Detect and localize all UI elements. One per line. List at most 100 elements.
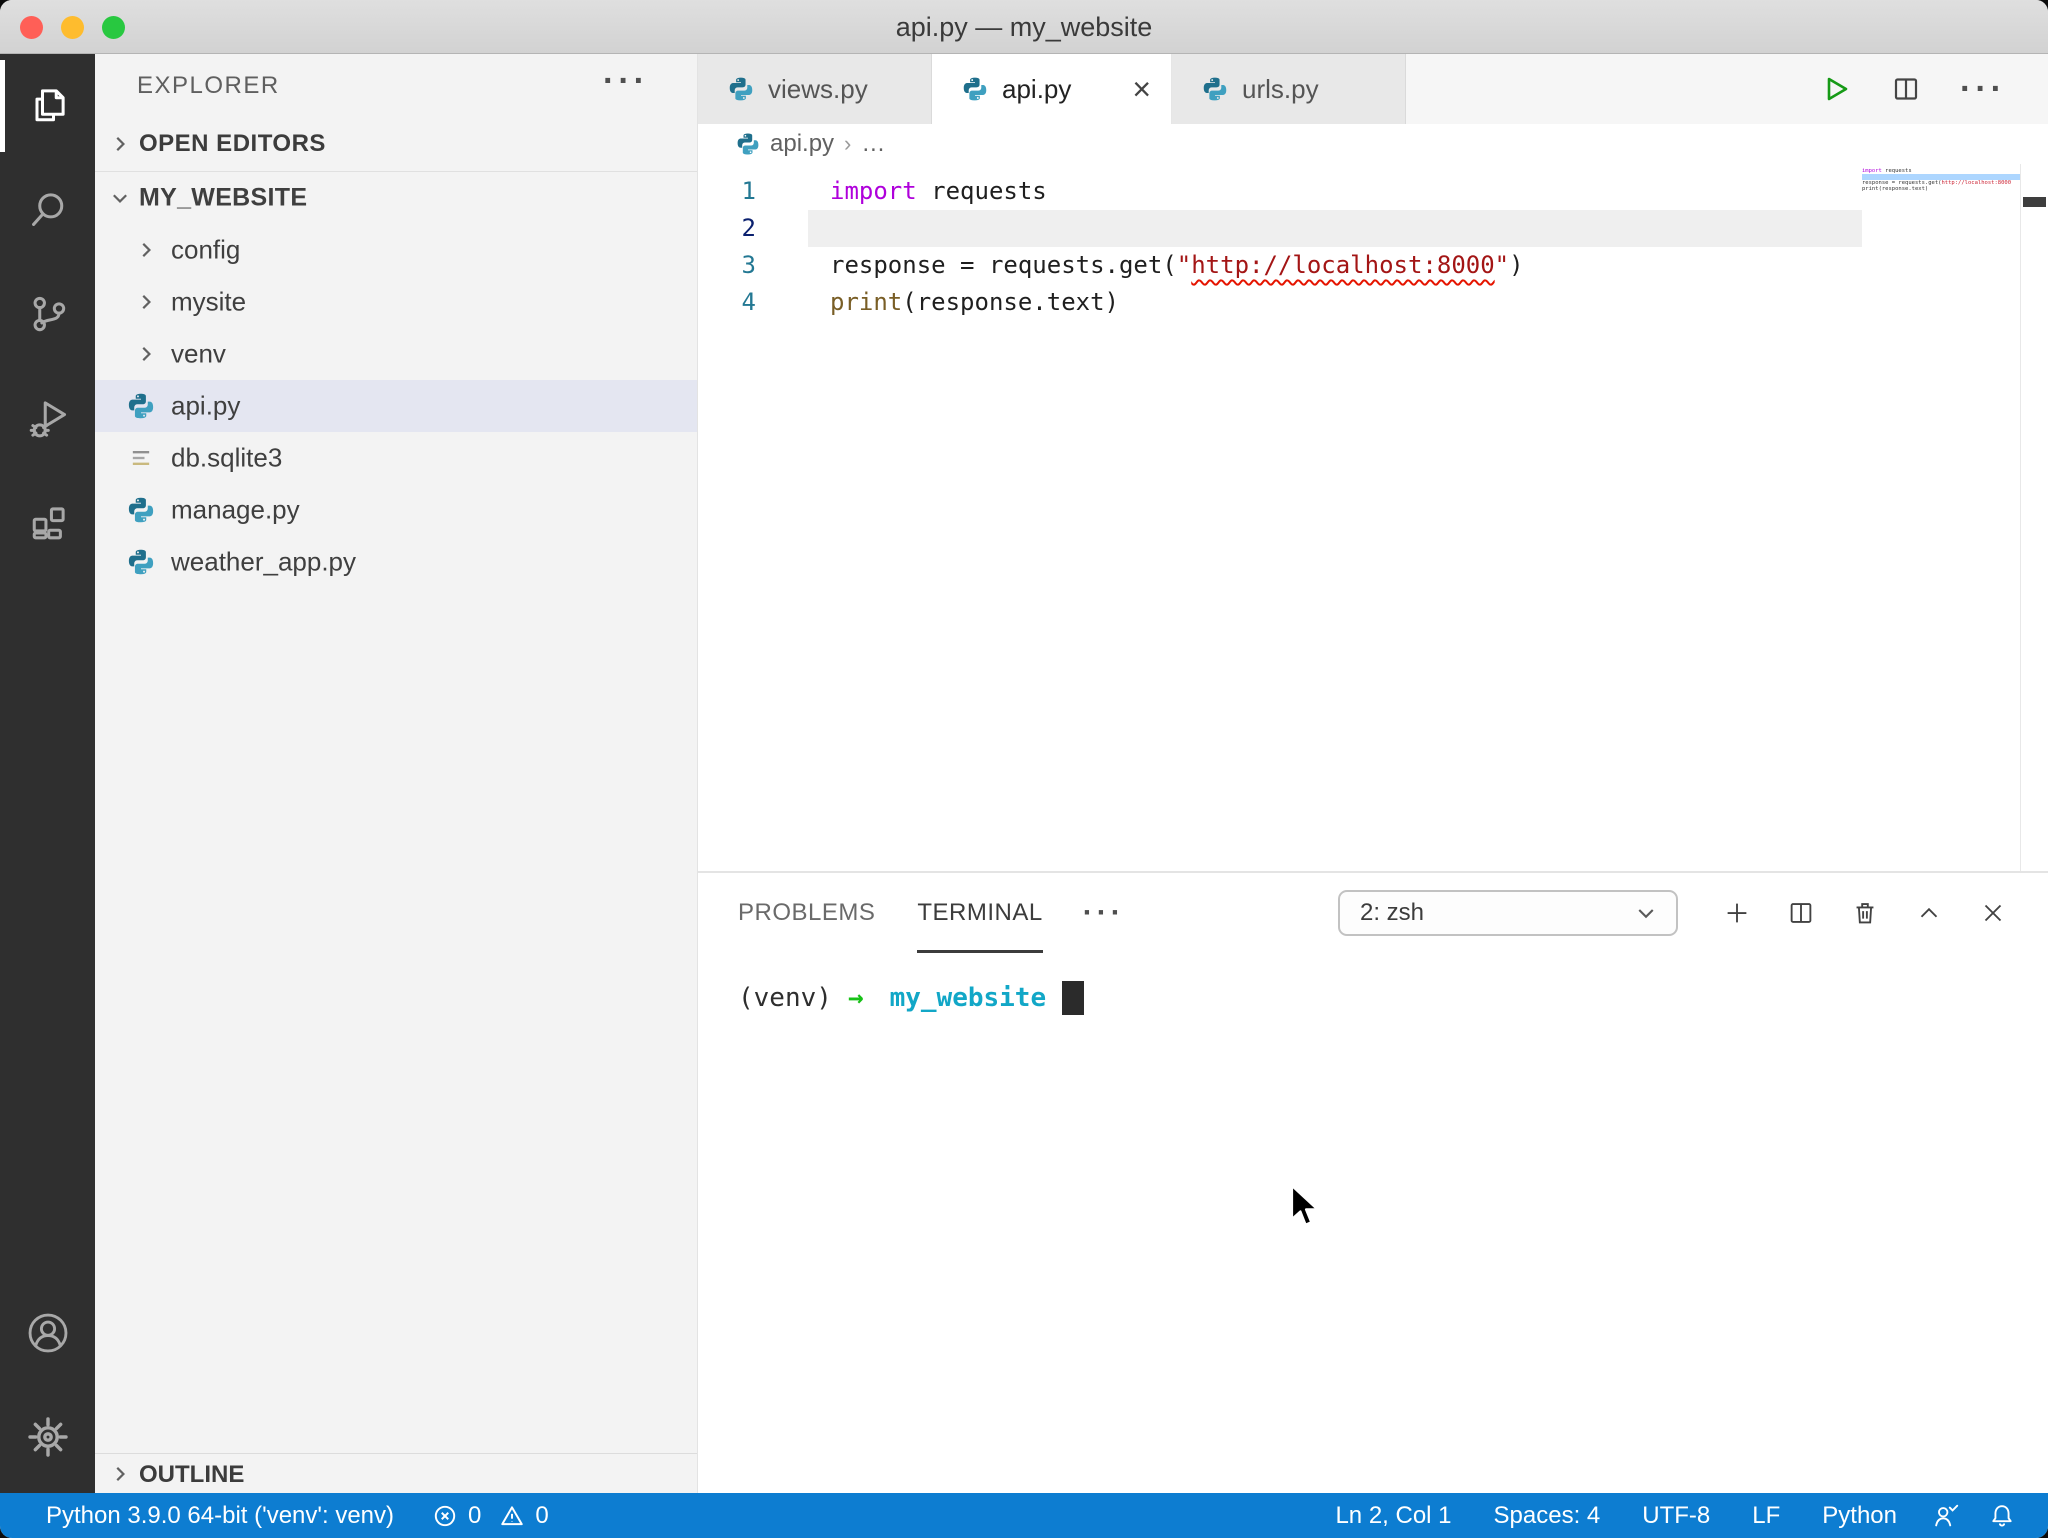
cursor-position-status[interactable]: Ln 2, Col 1 [1314,1502,1472,1530]
chevron-right-icon [135,343,157,365]
overview-ruler[interactable] [2020,164,2048,871]
tab-api-py[interactable]: api.py × [932,54,1172,124]
python-icon [962,76,988,102]
indentation-status[interactable]: Spaces: 4 [1473,1502,1622,1530]
tab-views-py[interactable]: views.py [698,54,932,124]
breadcrumb-symbol[interactable]: … [861,130,885,158]
split-terminal-button[interactable] [1786,898,1816,928]
mouse-cursor [1283,1183,1325,1231]
line-number: 3 [741,251,756,279]
minimap[interactable]: import requests response = requests.get(… [1862,168,2020,192]
breadcrumb-file[interactable]: api.py [770,130,834,158]
terminal-prompt[interactable]: (venv) → my_website [738,981,2048,1015]
file-db-sqlite3[interactable]: db.sqlite3 [95,432,697,484]
activity-search[interactable] [0,158,95,262]
terminal-arrow: → [847,983,864,1013]
gear-icon [25,1414,71,1460]
activity-explorer[interactable] [0,54,95,158]
file-api-py[interactable]: api.py [95,380,697,432]
python-icon [1202,76,1228,102]
outline-section[interactable]: OUTLINE [95,1453,697,1493]
panel-header: PROBLEMS TERMINAL ··· 2: zsh [698,873,2048,953]
editor-more-actions-button[interactable]: ··· [1960,70,2006,109]
chevron-right-icon [135,239,157,261]
open-editors-section[interactable]: OPEN EDITORS [95,116,697,172]
panel-more-actions-button[interactable]: ··· [1083,896,1125,930]
error-squiggle-url: http://localhost:8000 [1191,251,1495,279]
file-tree: MY_WEBSITE config mysite venv api.py db.… [95,172,697,588]
language-mode-status[interactable]: Python [1801,1502,1918,1530]
line-number: 4 [741,288,756,316]
activity-account[interactable] [0,1281,95,1385]
activity-extensions[interactable] [0,470,95,574]
problems-status[interactable]: 0 0 [432,1502,549,1530]
code-line-1: 1 import requests [698,173,2048,210]
folder-venv[interactable]: venv [95,328,697,380]
extensions-icon [26,500,70,544]
code-editor[interactable]: 1 import requests 2 3 response = request… [698,164,2048,871]
search-icon [26,188,70,232]
overview-ruler-marker [2023,197,2046,207]
file-manage-py[interactable]: manage.py [95,484,697,536]
close-panel-button[interactable] [1978,898,2008,928]
files-icon [26,84,70,128]
line-number: 1 [741,177,756,205]
code-line-4: 4 print(response.text) [698,284,2048,321]
explorer-more-actions-button[interactable]: ··· [603,62,649,101]
terminal-shell-select[interactable]: 2: zsh [1338,890,1678,936]
folder-config[interactable]: config [95,224,697,276]
tab-label: api.py [1002,73,1072,104]
error-icon [432,1503,458,1529]
eol-status[interactable]: LF [1731,1502,1801,1530]
tab-problems[interactable]: PROBLEMS [738,873,875,953]
terminal-cursor [1062,981,1085,1015]
explorer-sidebar: EXPLORER ··· OPEN EDITORS MY_WEBSITE con… [95,54,698,1493]
source-control-icon [26,292,70,336]
tab-terminal[interactable]: TERMINAL [917,873,1042,953]
vscode-window: api.py — my_website EXPLORER ··· OPEN ED… [0,0,2048,1538]
line-number: 2 [741,214,756,242]
chevron-right-icon [109,133,131,155]
window-title: api.py — my_website [895,12,1153,42]
chevron-down-icon [1634,901,1658,925]
run-debug-icon [26,396,70,440]
explorer-title: EXPLORER [137,72,280,99]
chevron-right-icon [135,291,157,313]
title-bar: api.py — my_website [0,0,2048,54]
python-icon [728,76,754,102]
split-editor-button[interactable] [1890,73,1922,105]
file-weather-app-py[interactable]: weather_app.py [95,536,697,588]
tab-urls-py[interactable]: urls.py [1172,54,1406,124]
encoding-status[interactable]: UTF-8 [1621,1502,1731,1530]
account-icon [25,1310,71,1356]
folder-mysite[interactable]: mysite [95,276,697,328]
tab-label: views.py [768,73,868,104]
kill-terminal-button[interactable] [1850,898,1880,928]
tree-root-my-website[interactable]: MY_WEBSITE [95,172,697,224]
tab-bar: views.py api.py × urls.py ··· [698,54,2048,124]
activity-run-debug[interactable] [0,366,95,470]
chevron-down-icon [109,187,131,209]
status-bar: Python 3.9.0 64-bit ('venv': venv) 0 0 L… [0,1493,2048,1538]
code-line-3: 3 response = requests.get("http://localh… [698,247,2048,284]
feedback-icon[interactable] [1918,1501,1974,1531]
database-file-icon [127,444,155,472]
python-icon [127,548,155,576]
maximize-panel-button[interactable] [1914,898,1944,928]
python-icon [127,392,155,420]
tab-label: urls.py [1242,73,1319,104]
run-file-button[interactable] [1820,73,1852,105]
activity-settings[interactable] [0,1385,95,1489]
close-tab-icon[interactable]: × [1132,73,1151,105]
code-line-2-current: 2 [698,210,2048,247]
terminal-venv: (venv) [738,983,832,1013]
bell-icon[interactable] [1974,1501,2030,1531]
warning-icon [499,1503,525,1529]
editor-group: views.py api.py × urls.py ··· api.py › …… [698,54,2048,1493]
chevron-right-icon: › [844,131,852,156]
new-terminal-button[interactable] [1722,898,1752,928]
activity-source-control[interactable] [0,262,95,366]
python-interpreter-status[interactable]: Python 3.9.0 64-bit ('venv': venv) [46,1502,394,1530]
python-icon [736,132,760,156]
breadcrumb[interactable]: api.py › … [698,124,2048,164]
